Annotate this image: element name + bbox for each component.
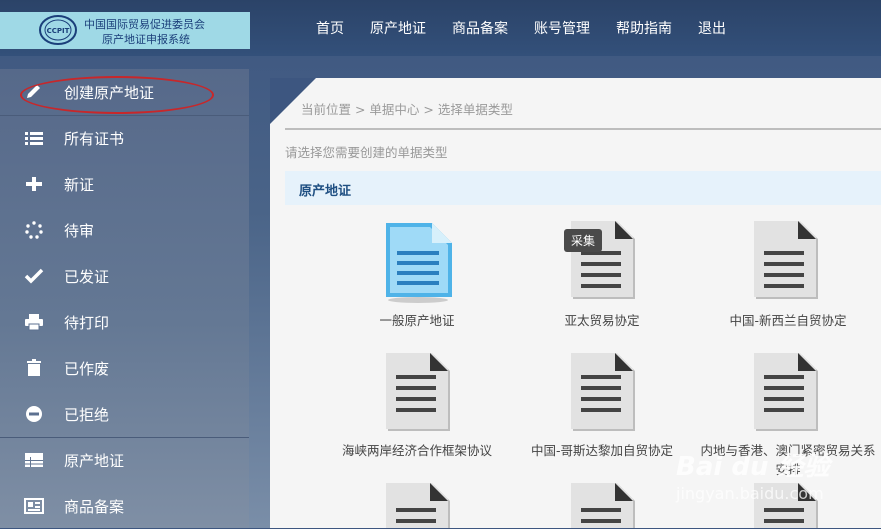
gray-document-icon <box>571 483 635 528</box>
tooltip: 采集 <box>564 229 603 252</box>
doc-type-ecfa[interactable]: 海峡两岸经济合作框架协议 <box>329 353 505 483</box>
doc-type-apta[interactable]: 亚太贸易协定 采集 <box>514 221 690 331</box>
logo-org-name: 中国国际贸易促进委员会 <box>84 18 205 31</box>
printer-icon <box>25 314 43 331</box>
sidebar-item-rejected[interactable]: 已拒绝 <box>0 391 249 437</box>
ccpit-emblem-icon: CCPIT <box>39 15 77 45</box>
sidebar-item-to-print[interactable]: 待打印 <box>0 299 249 345</box>
sidebar-item-label: 待审 <box>64 222 95 240</box>
sidebar-item-new[interactable]: 新证 <box>0 161 249 207</box>
sidebar-item-label: 已拒绝 <box>64 406 110 424</box>
sidebar-item-label: 所有证书 <box>64 130 125 148</box>
gray-document-icon <box>754 353 818 431</box>
watermark-url: jingyan.baidu.com <box>676 484 824 503</box>
gray-document-icon <box>754 221 818 299</box>
logo[interactable]: CCPIT 中国国际贸易促进委员会 原产地证申报系统 <box>0 12 250 49</box>
doc-type-label: 一般原产地证 <box>379 313 455 328</box>
gray-document-icon <box>571 353 635 431</box>
doc-type-label: 中国-新西兰自贸协定 <box>729 313 847 328</box>
check-icon <box>24 268 44 284</box>
divider <box>285 128 881 130</box>
table-icon <box>25 453 43 467</box>
highlight-annotation <box>20 76 214 114</box>
gray-document-icon <box>386 483 450 528</box>
doc-type-label: 中国-哥斯达黎加自贸协定 <box>530 443 673 458</box>
section-header: 原产地证 <box>285 171 881 205</box>
nav-help[interactable]: 帮助指南 <box>603 18 685 38</box>
blue-document-icon <box>386 223 452 303</box>
doc-type-china-new-zealand[interactable]: 中国-新西兰自贸协定 <box>700 221 876 331</box>
gray-document-icon <box>386 353 450 431</box>
instruction-text: 请选择您需要创建的单据类型 <box>285 145 448 160</box>
sidebar-item-label: 商品备案 <box>64 498 125 516</box>
emblem-text: CCPIT <box>47 27 70 35</box>
doc-type-label: 海峡两岸经济合作框架协议 <box>341 443 492 458</box>
minus-circle-icon <box>26 406 42 422</box>
sidebar-item-label: 待打印 <box>64 314 110 332</box>
top-nav: 首页 原产地证 商品备案 账号管理 帮助指南 退出 <box>303 18 739 38</box>
logo-system-name: 原产地证申报系统 <box>102 33 190 46</box>
doc-type-label: 亚太贸易协定 <box>564 313 640 328</box>
sidebar-item-label: 已发证 <box>64 268 110 286</box>
sidebar: 创建原产地证 所有证书 新证 待审 已发证 待打印 已作废 已拒绝 原产地证 商… <box>0 69 249 528</box>
nav-logout[interactable]: 退出 <box>685 18 739 38</box>
list-icon <box>25 132 43 145</box>
doc-type-china-costa-rica[interactable]: 中国-哥斯达黎加自贸协定 <box>514 353 690 483</box>
breadcrumb: 当前位置 > 单据中心 > 选择单据类型 <box>301 102 513 117</box>
sidebar-item-pending-review[interactable]: 待审 <box>0 207 249 253</box>
nav-goods-filing[interactable]: 商品备案 <box>439 18 521 38</box>
nav-certificate-of-origin[interactable]: 原产地证 <box>357 18 439 38</box>
sidebar-item-all-certificates[interactable]: 所有证书 <box>0 115 249 161</box>
doc-type-general-origin[interactable]: 一般原产地证 <box>329 221 505 331</box>
sidebar-item-label: 原产地证 <box>64 452 125 470</box>
nav-account[interactable]: 账号管理 <box>521 18 603 38</box>
sidebar-item-certificate-of-origin[interactable]: 原产地证 <box>0 437 249 483</box>
sidebar-item-voided[interactable]: 已作废 <box>0 345 249 391</box>
sidebar-item-label: 已作废 <box>64 360 110 378</box>
watermark: Bai du 经验 <box>676 452 830 482</box>
sidebar-item-goods-filing[interactable]: 商品备案 <box>0 483 249 529</box>
sidebar-item-issued[interactable]: 已发证 <box>0 253 249 299</box>
section-title: 原产地证 <box>299 184 352 199</box>
spinner-icon <box>25 221 43 239</box>
nav-home[interactable]: 首页 <box>303 18 357 38</box>
newspaper-icon <box>24 498 44 514</box>
sidebar-item-label: 新证 <box>64 176 95 194</box>
plus-icon <box>26 177 42 191</box>
trash-icon <box>27 359 41 376</box>
top-header: CCPIT 中国国际贸易促进委员会 原产地证申报系统 首页 原产地证 商品备案 … <box>0 0 881 56</box>
